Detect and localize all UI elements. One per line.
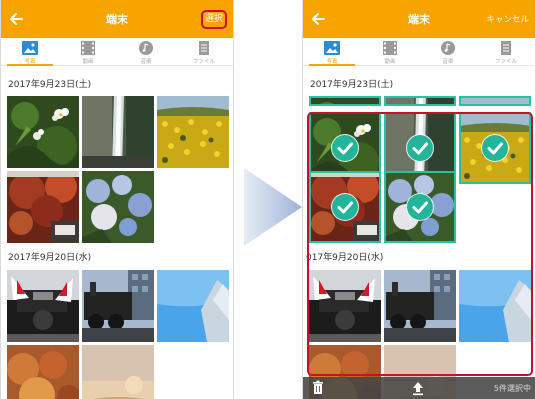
cancel-button[interactable]: キャンセル: [486, 13, 529, 25]
tab-files[interactable]: ファイル: [175, 38, 233, 65]
upload-icon[interactable]: [411, 380, 425, 396]
screen-title: 端末: [106, 13, 128, 26]
photo-thumbnail[interactable]: [7, 171, 79, 243]
photo-thumbnail[interactable]: [384, 96, 456, 106]
media-tabs: 写真 動画 音楽 ファイル: [303, 38, 535, 66]
tab-label: 音楽: [140, 59, 152, 65]
photo-icon: [324, 41, 340, 55]
photo-thumbnail[interactable]: [82, 96, 154, 168]
photo-icon: [22, 41, 38, 55]
tab-label: ファイル: [192, 59, 215, 65]
photo-thumbnail[interactable]: [7, 96, 79, 168]
file-icon: [199, 41, 209, 55]
tab-photos[interactable]: 写真: [303, 38, 361, 66]
selection-action-bar: 5件選択中: [303, 377, 535, 399]
photo-thumbnail[interactable]: [7, 270, 79, 342]
transition-arrow-icon: [244, 168, 302, 246]
trash-icon[interactable]: [311, 380, 325, 396]
tab-label: 写真: [24, 59, 36, 65]
photo-thumbnail[interactable]: [82, 270, 154, 342]
music-icon: [441, 41, 455, 55]
photo-thumbnail[interactable]: [459, 96, 531, 106]
selection-highlight-frame: [307, 112, 533, 376]
date-header: 2017年9月20日(水): [8, 253, 92, 263]
photo-thumbnail[interactable]: [157, 96, 229, 168]
tab-music[interactable]: 音楽: [117, 38, 175, 65]
tab-music[interactable]: 音楽: [419, 38, 477, 65]
video-icon: [383, 41, 397, 55]
photo-thumbnail[interactable]: [7, 345, 79, 399]
tab-videos[interactable]: 動画: [59, 38, 117, 65]
date-header: 2017年9月23日(土): [8, 80, 92, 90]
photo-thumbnail[interactable]: [157, 270, 229, 342]
tab-files[interactable]: ファイル: [477, 38, 535, 65]
file-icon: [501, 41, 511, 55]
tab-label: 写真: [326, 59, 338, 65]
tab-label: ファイル: [494, 59, 517, 65]
app-bar: 端末 選択: [1, 0, 233, 38]
music-icon: [139, 41, 153, 55]
video-icon: [81, 41, 95, 55]
photo-thumbnail[interactable]: [309, 96, 381, 106]
phone-screen-after: 端末 キャンセル 写真 動画 音楽 ファイル 2017年9月23日(土) 017…: [302, 0, 536, 399]
tab-photos[interactable]: 写真: [1, 38, 59, 66]
date-header: 2017年9月23日(土): [310, 80, 394, 90]
selected-count: 5件選択中: [493, 384, 531, 393]
tab-label: 音楽: [442, 59, 454, 65]
tab-label: 動画: [82, 59, 94, 65]
media-tabs: 写真 動画 音楽 ファイル: [1, 38, 233, 66]
photo-thumbnail[interactable]: [82, 345, 154, 399]
photo-list: 2017年9月23日(土) 2017年9月20日(水): [1, 67, 233, 399]
photo-thumbnail[interactable]: [82, 171, 154, 243]
select-button[interactable]: 選択: [201, 10, 227, 29]
tab-label: 動画: [384, 59, 396, 65]
phone-screen-before: 端末 選択 写真 動画 音楽 ファイル 2017年9月23日(土) 2017年9…: [0, 0, 234, 399]
app-bar: 端末 キャンセル: [303, 0, 535, 38]
tab-videos[interactable]: 動画: [361, 38, 419, 65]
